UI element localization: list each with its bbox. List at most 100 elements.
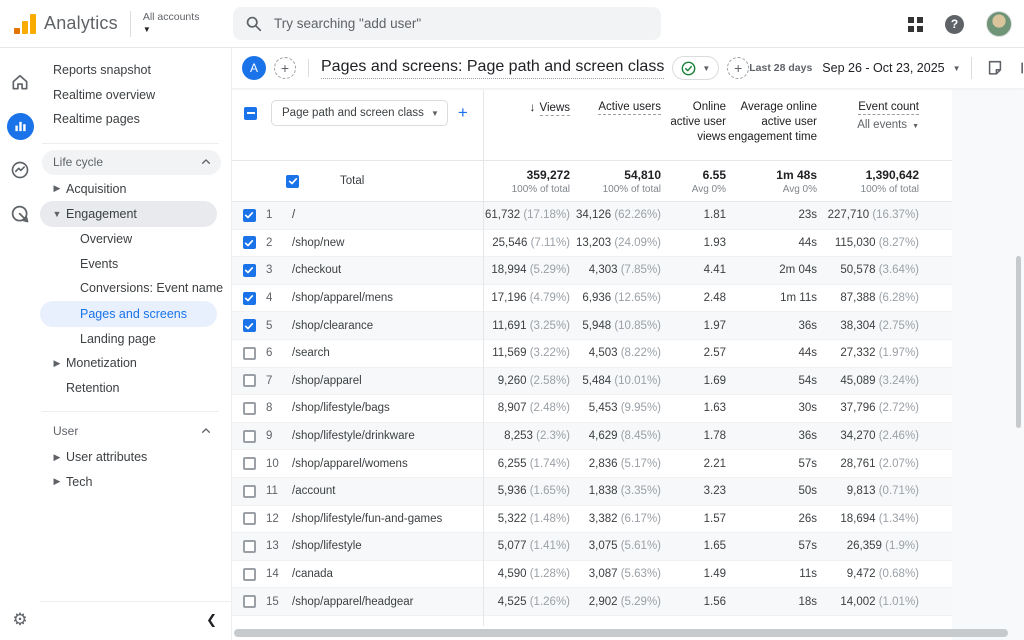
column-header-avg-engagement-time[interactable]: Average online active user engagement ti… — [726, 100, 817, 145]
metric-cell: 4.41 — [661, 264, 726, 276]
sidebar-item-landing-page[interactable]: Landing page — [40, 327, 231, 352]
comparison-icon[interactable] — [1017, 57, 1024, 79]
table-row[interactable]: 10/shop/apparel/womens6,255 (1.74%)2,836… — [232, 450, 952, 478]
horizontal-scrollbar[interactable] — [234, 629, 1008, 637]
table-row[interactable]: 11/account5,936 (1.65%)1,838 (3.35%)3.23… — [232, 478, 952, 506]
advertising-icon[interactable] — [0, 192, 40, 236]
property-badge[interactable]: A — [242, 56, 266, 80]
chevron-down-icon: ▼ — [431, 109, 439, 118]
row-checkbox[interactable] — [243, 292, 256, 305]
row-checkbox[interactable] — [243, 264, 256, 277]
table-row[interactable]: 7/shop/apparel9,260 (2.58%)5,484 (10.01%… — [232, 368, 952, 396]
table-row[interactable]: 8/shop/lifestyle/bags8,907 (2.48%)5,453 … — [232, 395, 952, 423]
metric-cell: 5,948 (10.85%) — [570, 320, 661, 332]
row-checkbox[interactable] — [243, 485, 256, 498]
row-checkbox[interactable] — [243, 319, 256, 332]
total-row-checkbox[interactable] — [286, 175, 299, 188]
row-checkbox[interactable] — [243, 347, 256, 360]
chevron-up-icon — [201, 157, 211, 167]
table-row[interactable]: 4/shop/apparel/mens17,196 (4.79%)6,936 (… — [232, 285, 952, 313]
sidebar-item-acquisition[interactable]: ▶Acquisition — [40, 177, 231, 202]
chevron-down-icon: ▼ — [143, 24, 200, 35]
sidebar-item-pages-and-screens[interactable]: Pages and screens — [40, 301, 217, 327]
column-header-event-count[interactable]: Event count All events▼ — [817, 100, 919, 134]
table-row[interactable]: 13/shop/lifestyle5,077 (1.41%)3,075 (5.6… — [232, 533, 952, 561]
row-checkbox[interactable] — [243, 595, 256, 608]
row-checkbox[interactable] — [243, 430, 256, 443]
sidebar-item-engagement[interactable]: ▼Engagement — [40, 201, 217, 227]
metric-cell: 34,126 (62.26%) — [570, 209, 661, 221]
table-row[interactable]: 12/shop/lifestyle/fun-and-games5,322 (1.… — [232, 506, 952, 534]
sidebar-item-monetization[interactable]: ▶Monetization — [40, 351, 231, 376]
sidebar-item-tech[interactable]: ▶Tech — [40, 470, 231, 495]
sidebar-item-events[interactable]: Events — [40, 252, 231, 277]
column-header-views[interactable]: ↓Views — [483, 100, 570, 116]
table-row[interactable]: 5/shop/clearance11,691 (3.25%)5,948 (10.… — [232, 312, 952, 340]
add-comparison-button[interactable]: + — [274, 57, 296, 79]
sidebar-item-overview[interactable]: Overview — [40, 227, 231, 252]
sidebar-item-realtime-overview[interactable]: Realtime overview — [40, 83, 231, 108]
table-row[interactable]: 2/shop/new25,546 (7.11%)13,203 (24.09%)1… — [232, 230, 952, 258]
metric-cell: 3,075 (5.61%) — [570, 540, 661, 552]
add-dimension-button[interactable]: + — [458, 103, 468, 123]
report-status-pill[interactable]: ▼ — [672, 56, 719, 80]
metric-cell: 1.97 — [661, 320, 726, 332]
report-title[interactable]: Pages and screens: Page path and screen … — [321, 58, 664, 79]
table-row[interactable]: 3/checkout18,994 (5.29%)4,303 (7.85%)4.4… — [232, 257, 952, 285]
metric-cell: 1.49 — [661, 568, 726, 580]
row-checkbox[interactable] — [243, 402, 256, 415]
help-icon[interactable]: ? — [945, 15, 964, 34]
user-avatar[interactable] — [986, 11, 1012, 37]
row-checkbox[interactable] — [243, 512, 256, 525]
explore-icon[interactable] — [0, 148, 40, 192]
metric-cell: 44s — [726, 237, 817, 249]
sidebar-item-realtime-pages[interactable]: Realtime pages — [40, 107, 231, 132]
page-path-cell: /shop/apparel/headgear — [292, 596, 483, 608]
row-checkbox[interactable] — [243, 457, 256, 470]
event-filter-dropdown[interactable]: All events▼ — [817, 118, 919, 134]
column-header-active-users[interactable]: Active users — [570, 100, 661, 115]
row-checkbox[interactable] — [243, 374, 256, 387]
brand-logo[interactable]: Analytics — [0, 13, 118, 34]
reports-icon[interactable] — [0, 104, 40, 148]
note-icon[interactable] — [984, 57, 1006, 79]
collapse-sidebar-icon[interactable]: ❮ — [206, 612, 217, 628]
add-report-button[interactable]: + — [727, 57, 749, 79]
column-header-online-active-user-views[interactable]: Online active user views — [661, 100, 726, 145]
account-switcher[interactable]: All accounts ▼ — [143, 12, 200, 35]
vertical-scrollbar[interactable] — [1016, 256, 1021, 428]
page-path-cell: /shop/clearance — [292, 320, 483, 332]
row-checkbox[interactable] — [243, 236, 256, 249]
dimension-selector[interactable]: Page path and screen class ▼ — [271, 100, 448, 126]
table-row[interactable]: 9/shop/lifestyle/drinkware8,253 (2.3%)4,… — [232, 423, 952, 451]
home-icon[interactable] — [0, 60, 40, 104]
top-bar: Analytics All accounts ▼ ? — [0, 0, 1024, 48]
settings-gear-icon[interactable]: ⚙ — [0, 610, 40, 630]
metric-cell: 34,270 (2.46%) — [817, 430, 919, 442]
table-row[interactable]: 14/canada4,590 (1.28%)3,087 (5.63%)1.491… — [232, 561, 952, 589]
table-row[interactable]: 1/61,732 (17.18%)34,126 (62.26%)1.8123s2… — [232, 202, 952, 230]
date-range-picker[interactable]: Sep 26 - Oct 23, 2025 — [822, 61, 944, 75]
sidebar-section-user[interactable]: User — [42, 418, 221, 443]
sidebar-item-label: Overview — [80, 232, 132, 246]
table-row[interactable]: 6/search11,569 (3.22%)4,503 (8.22%)2.574… — [232, 340, 952, 368]
metric-cell: 5,322 (1.48%) — [483, 513, 570, 525]
sidebar-item-conversions-event-name[interactable]: Conversions: Event name — [40, 276, 231, 301]
row-checkbox[interactable] — [243, 209, 256, 222]
sidebar-section-life-cycle[interactable]: Life cycle — [42, 150, 221, 175]
sidebar-item-retention[interactable]: Retention — [40, 376, 231, 401]
search-input[interactable] — [274, 16, 649, 31]
select-all-checkbox[interactable] — [244, 107, 257, 120]
sidebar-item-reports-snapshot[interactable]: Reports snapshot — [40, 58, 231, 83]
row-index: 14 — [266, 568, 292, 580]
apps-grid-icon[interactable] — [908, 17, 923, 32]
sidebar-item-user-attributes[interactable]: ▶User attributes — [40, 445, 231, 470]
table-row[interactable]: 15/shop/apparel/headgear4,525 (1.26%)2,9… — [232, 588, 952, 616]
global-search[interactable] — [233, 7, 661, 40]
row-checkbox[interactable] — [243, 568, 256, 581]
metric-cell: 18,694 (1.34%) — [817, 513, 919, 525]
metric-cell: 2,836 (5.17%) — [570, 458, 661, 470]
metric-cell: 2.21 — [661, 458, 726, 470]
row-checkbox[interactable] — [243, 540, 256, 553]
chevron-down-icon: ▼ — [702, 64, 710, 73]
